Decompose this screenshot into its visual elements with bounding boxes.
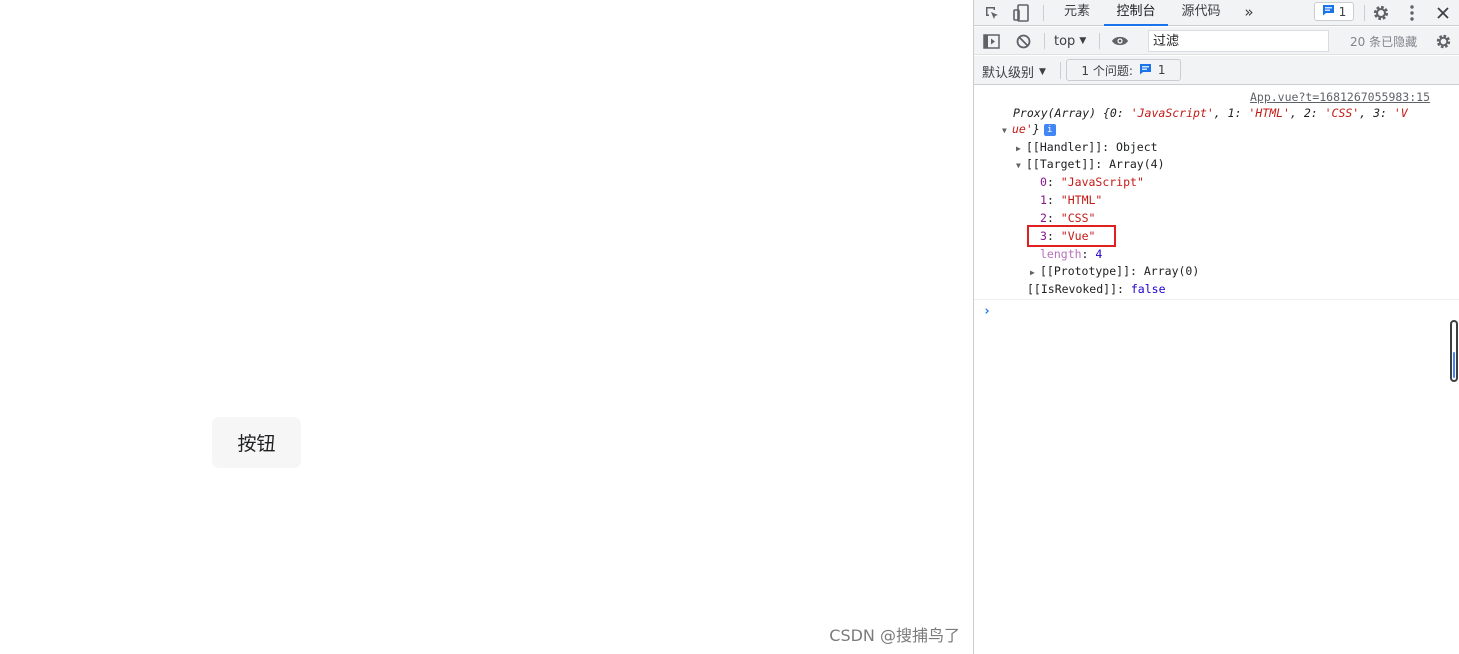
target-row[interactable]: ▼ [[Target]]: Array(4) <box>1016 156 1165 174</box>
devtools-panel: 元素 控制台 源代码 » 1 top ▼ 过滤 20 条已隐藏 默认级别 ▼ 1… <box>973 0 1459 654</box>
array-item-2: 2: "CSS" <box>1040 211 1096 225</box>
console-settings-gear-icon[interactable] <box>1433 31 1453 51</box>
tab-sources[interactable]: 源代码 <box>1174 0 1228 26</box>
hidden-messages-count: 20 条已隐藏 <box>1350 35 1418 49</box>
page-button[interactable]: 按钮 <box>212 417 301 468</box>
watermark: CSDN @搜捕鸟了 <box>829 626 960 645</box>
issues-chip-count: 1 <box>1338 4 1347 19</box>
chevron-down-icon: ▼ <box>1039 66 1046 77</box>
sidebar-toggle-icon[interactable] <box>981 31 1001 51</box>
handler-row[interactable]: ▶ [[Handler]]: Object <box>1016 139 1158 157</box>
filter-input[interactable] <box>1148 30 1329 52</box>
tab-console[interactable]: 控制台 <box>1104 0 1168 26</box>
live-expression-eye-icon[interactable] <box>1110 31 1130 51</box>
more-tabs-button[interactable]: » <box>1239 0 1259 26</box>
context-selector[interactable]: top ▼ <box>1054 32 1086 50</box>
log-level-selector[interactable]: 默认级别 ▼ <box>982 62 1046 81</box>
proxy-summary-line-wrap[interactable]: ▼ ue'} i <box>1002 121 1056 139</box>
settings-gear-icon[interactable] <box>1371 3 1391 23</box>
expand-triangle-icon[interactable]: ▼ <box>1016 158 1026 174</box>
highlight-box <box>1027 225 1116 247</box>
context-value: top <box>1054 33 1076 49</box>
console-toolbar: top ▼ 20 条已隐藏 <box>974 27 1459 55</box>
message-divider <box>974 299 1459 300</box>
expand-triangle-icon[interactable]: ▼ <box>1002 123 1012 139</box>
collapsed-triangle-icon[interactable]: ▶ <box>1016 141 1026 157</box>
chevron-down-icon: ▼ <box>1079 36 1087 46</box>
page-viewport: 按钮 CSDN @搜捕鸟了 <box>0 0 973 654</box>
inspect-element-icon[interactable] <box>982 3 1002 23</box>
issues-label: 1 个问题: <box>1081 63 1133 78</box>
issues-button[interactable]: 1 个问题: 1 <box>1066 59 1181 81</box>
is-revoked-row: [[IsRevoked]]: false <box>1027 282 1166 296</box>
device-toolbar-icon[interactable] <box>1011 3 1031 23</box>
proxy-summary-line[interactable]: Proxy(Array) {0: 'JavaScript', 1: 'HTML'… <box>1013 105 1408 121</box>
scrollbar-thumb[interactable] <box>1450 320 1458 382</box>
collapsed-triangle-icon[interactable]: ▶ <box>1030 265 1040 281</box>
issues-chip[interactable]: 1 <box>1314 2 1354 21</box>
message-icon <box>1139 63 1152 78</box>
log-level-value: 默认级别 <box>982 66 1035 81</box>
array-item-0: 0: "JavaScript" <box>1040 175 1144 189</box>
info-icon[interactable]: i <box>1043 123 1056 136</box>
close-icon[interactable] <box>1433 3 1453 23</box>
tab-elements[interactable]: 元素 <box>1054 0 1100 26</box>
console-output: App.vue?t=1681267055983:15 Proxy(Array) … <box>974 86 1459 654</box>
prototype-row[interactable]: ▶ [[Prototype]]: Array(0) <box>1030 263 1199 281</box>
console-toolbar-secondary: 默认级别 ▼ 1 个问题: 1 <box>974 56 1459 85</box>
array-item-1: 1: "HTML" <box>1040 193 1103 207</box>
issues-count: 1 <box>1157 63 1166 77</box>
length-row: length: 4 <box>1040 247 1103 261</box>
message-icon <box>1322 4 1335 19</box>
clear-console-icon[interactable] <box>1013 31 1033 51</box>
source-link[interactable]: App.vue?t=1681267055983:15 <box>1250 90 1430 104</box>
kebab-menu-icon[interactable] <box>1402 3 1422 23</box>
devtools-tabbar: 元素 控制台 源代码 » 1 <box>974 0 1459 26</box>
console-prompt[interactable]: › <box>983 304 991 319</box>
